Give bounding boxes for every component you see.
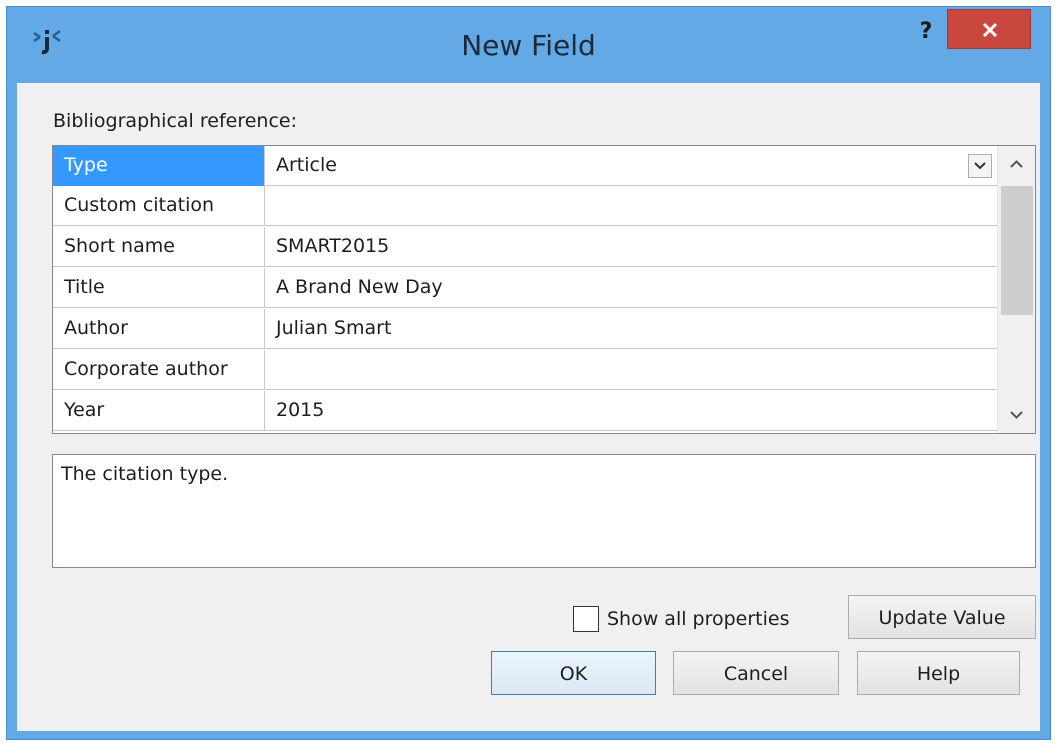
property-value[interactable] <box>265 350 997 390</box>
scroll-thumb[interactable] <box>1001 186 1033 315</box>
update-value-button[interactable]: Update Value <box>848 595 1036 639</box>
close-button[interactable] <box>947 9 1031 49</box>
property-row-short-name[interactable]: Short name SMART2015 <box>53 227 997 267</box>
property-value[interactable]: 2015 <box>265 391 997 431</box>
bibliographical-reference-label: Bibliographical reference: <box>53 110 297 132</box>
property-value-text: Article <box>276 154 337 176</box>
property-row-author[interactable]: Author Julian Smart <box>53 309 997 349</box>
property-name: Author <box>53 309 265 349</box>
help-title-button[interactable]: ? <box>913 17 939 47</box>
property-value[interactable]: Julian Smart <box>265 309 997 349</box>
window-title: New Field <box>461 29 596 62</box>
property-row-type[interactable]: Type Article <box>53 146 997 186</box>
help-button[interactable]: Help <box>857 651 1020 695</box>
property-name: Corporate author <box>53 350 265 390</box>
property-description: The citation type. <box>52 454 1036 568</box>
vertical-scrollbar[interactable] <box>997 146 1035 433</box>
checkbox-box[interactable] <box>573 606 599 632</box>
title-bar[interactable]: New Field ? <box>7 7 1050 83</box>
property-row-corporate-author[interactable]: Corporate author <box>53 350 997 390</box>
property-row-title[interactable]: Title A Brand New Day <box>53 268 997 308</box>
type-dropdown-button[interactable] <box>968 154 992 178</box>
property-name: Short name <box>53 227 265 267</box>
property-name: Type <box>53 146 265 186</box>
property-name: Title <box>53 268 265 308</box>
scroll-down-button[interactable] <box>998 397 1035 433</box>
dialog-body: Bibliographical reference: Type Article <box>17 83 1040 731</box>
property-value[interactable] <box>265 186 997 226</box>
ok-button[interactable]: OK <box>491 651 656 695</box>
cancel-button[interactable]: Cancel <box>673 651 839 695</box>
show-all-properties-label[interactable]: Show all properties <box>607 608 790 630</box>
property-name: Year <box>53 391 265 431</box>
property-value[interactable]: Article <box>265 146 997 186</box>
dialog-window: New Field ? Bibliographical reference: T… <box>6 6 1051 740</box>
property-row-custom-citation[interactable]: Custom citation <box>53 186 997 226</box>
property-grid[interactable]: Type Article Custom citation Short name … <box>52 145 1036 434</box>
property-value[interactable]: SMART2015 <box>265 227 997 267</box>
scroll-up-button[interactable] <box>998 146 1035 182</box>
property-name: Custom citation <box>53 186 265 226</box>
property-value[interactable]: A Brand New Day <box>265 268 997 308</box>
show-all-properties-checkbox[interactable]: Show all properties <box>573 604 790 634</box>
property-row-year[interactable]: Year 2015 <box>53 391 997 431</box>
